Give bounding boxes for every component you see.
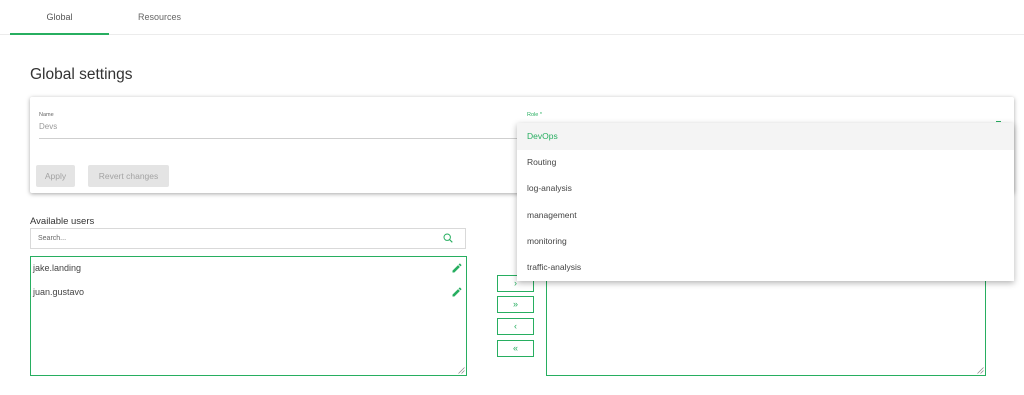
apply-button[interactable]: Apply	[36, 165, 75, 187]
role-dropdown-menu: DevOps Routing log-analysis management m…	[517, 123, 1014, 281]
tab-active-indicator	[10, 33, 109, 35]
tab-bar: Global Resources	[0, 0, 1024, 35]
remove-selected-button[interactable]: ‹	[497, 318, 534, 335]
role-option-log-analysis[interactable]: log-analysis	[517, 175, 1014, 202]
search-input[interactable]: Search...	[30, 228, 466, 249]
name-label: Name	[39, 112, 54, 118]
search-placeholder: Search...	[38, 235, 67, 242]
tab-global-label: Global	[46, 12, 73, 22]
name-input[interactable]: Devs	[39, 122, 57, 131]
role-option-devops[interactable]: DevOps	[517, 123, 1014, 150]
tab-resources-label: Resources	[137, 12, 182, 22]
list-item[interactable]: jake.landing	[33, 263, 81, 273]
resize-handle-icon[interactable]	[977, 367, 984, 374]
edit-icon[interactable]	[451, 262, 463, 274]
edit-icon[interactable]	[451, 286, 463, 298]
list-item[interactable]: juan.gustavo	[33, 287, 84, 297]
remove-all-button[interactable]: «	[497, 340, 534, 357]
role-option-traffic-analysis[interactable]: traffic-analysis	[517, 254, 1014, 281]
role-option-routing[interactable]: Routing	[517, 149, 1014, 176]
role-label: Role *	[527, 112, 542, 118]
available-users-label: Available users	[30, 216, 95, 227]
role-option-management[interactable]: management	[517, 202, 1014, 229]
add-all-button[interactable]: »	[497, 296, 534, 313]
role-option-monitoring[interactable]: monitoring	[517, 228, 1014, 255]
available-users-list[interactable]: jake.landing juan.gustavo	[30, 256, 467, 376]
resize-handle-icon[interactable]	[458, 367, 465, 374]
tab-global[interactable]: Global	[10, 0, 109, 35]
tab-resources[interactable]: Resources	[110, 0, 209, 34]
page-title: Global settings	[30, 66, 133, 83]
search-icon[interactable]	[443, 233, 453, 243]
revert-changes-button[interactable]: Revert changes	[88, 165, 169, 187]
role-select-indicator[interactable]	[996, 121, 1001, 122]
name-input-underline	[39, 138, 525, 139]
